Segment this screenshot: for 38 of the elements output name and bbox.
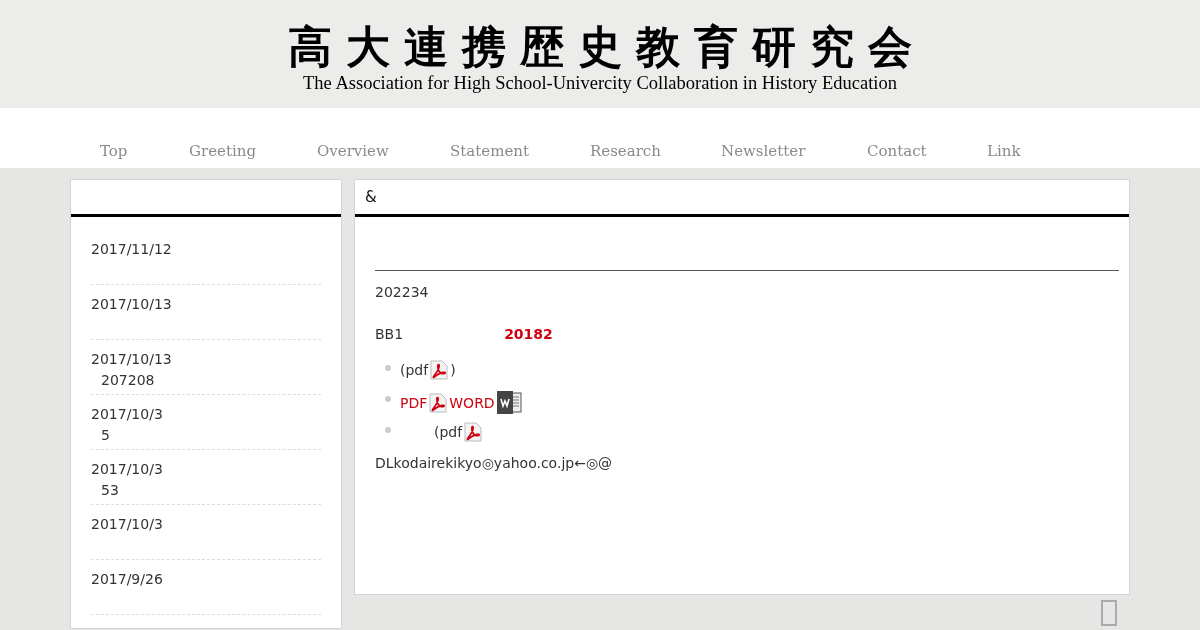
placeholder-glyph-icon	[1101, 600, 1117, 626]
news-date: 2017/9/26	[91, 570, 164, 589]
nav-link[interactable]: Overview	[287, 142, 420, 168]
paragraph: 202234	[375, 284, 430, 301]
nav-link[interactable]: Statement	[420, 142, 560, 168]
download-link[interactable]: PDF	[400, 394, 428, 411]
bullet-icon	[385, 396, 391, 402]
nav-link[interactable]: Top	[70, 142, 159, 168]
download-link[interactable]: WORD	[449, 394, 495, 411]
highlight-text: 20182	[504, 326, 553, 343]
nav-link[interactable]: Research	[560, 142, 691, 168]
nav-link[interactable]: Contact	[837, 142, 957, 168]
content-title: &	[365, 188, 377, 206]
list-text: )	[450, 362, 456, 378]
news-date: 2017/10/13	[91, 350, 173, 369]
list-text: (pdf	[400, 362, 429, 378]
news-text: 207208	[100, 371, 156, 390]
nav-link[interactable]: Link	[957, 142, 1037, 168]
list-text: (pdf	[434, 424, 463, 440]
bullet-icon	[385, 427, 391, 433]
news-text: 5	[100, 426, 111, 445]
news-text: 53	[100, 481, 120, 500]
bullet-icon	[385, 365, 391, 371]
nav-link[interactable]: Newsletter	[691, 142, 837, 168]
word-icon	[496, 391, 522, 414]
paragraph: BB1	[375, 326, 404, 343]
news-date: 2017/10/3	[91, 515, 164, 534]
pdf-icon	[464, 422, 483, 442]
news-date: 2017/10/3	[91, 405, 164, 424]
site-subtitle: The Association for High School-Univercity Collaboration in History Education	[303, 73, 897, 93]
news-date: 2017/10/13	[91, 295, 173, 314]
news-date: 2017/11/12	[91, 240, 173, 259]
pdf-icon	[430, 360, 449, 380]
news-date: 2017/10/3	[91, 460, 164, 479]
site-title: 高大連携歴史教育研究会	[288, 21, 926, 73]
nav-link[interactable]: Greeting	[159, 142, 287, 168]
pdf-icon	[429, 392, 448, 413]
contact-text: DLkodairekikyo◎yahoo.co.jp←◎@	[375, 455, 614, 471]
